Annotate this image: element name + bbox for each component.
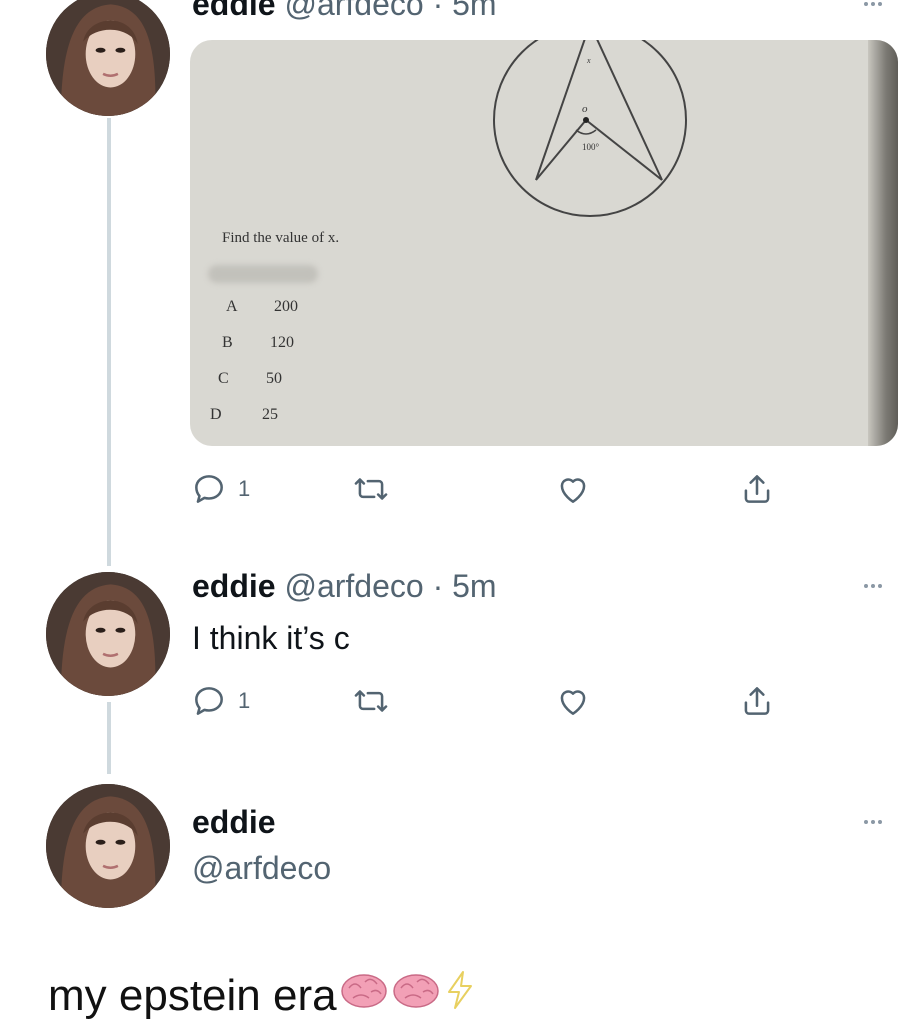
vertex-label: x [586, 56, 591, 65]
lightning-icon [443, 970, 477, 1021]
option-letter: C [218, 370, 229, 387]
caption-text: my epstein era [48, 970, 337, 1020]
option-value: 50 [266, 370, 282, 387]
share-icon [744, 475, 770, 503]
handle[interactable]: @arfdeco [284, 0, 423, 22]
thread-connector [107, 702, 111, 774]
option-letter: A [226, 298, 238, 315]
heart-icon [560, 690, 586, 715]
photo-page-edge [868, 40, 898, 446]
like-button[interactable] [554, 470, 592, 508]
reply-count: 1 [238, 688, 251, 713]
brain-icon [391, 970, 441, 1021]
timestamp[interactable]: 5m [452, 0, 496, 22]
handle[interactable]: @arfdeco [192, 850, 331, 887]
tweet-text: I think it’s c [192, 620, 350, 656]
display-name[interactable]: eddie [192, 804, 276, 841]
like-button[interactable] [554, 682, 592, 720]
avatar-portrait-icon [46, 572, 170, 696]
avatar[interactable] [46, 784, 170, 908]
more-options-icon[interactable] [853, 576, 893, 596]
avatar[interactable] [46, 0, 170, 116]
handle[interactable]: @arfdeco [284, 568, 423, 604]
share-button[interactable] [738, 682, 776, 720]
display-name[interactable]: eddie [192, 568, 276, 604]
retweet-icon [354, 478, 388, 500]
reply-button[interactable]: 1 [190, 470, 250, 508]
share-icon [744, 687, 770, 715]
reply-count: 1 [238, 476, 251, 501]
angle-label: 100° [582, 142, 600, 152]
tweet-header: eddie @arfdeco · 5m [192, 568, 497, 605]
tweet-actions: 1 [190, 682, 790, 722]
separator: · [432, 0, 444, 22]
separator: · [432, 568, 444, 604]
center-label: o [582, 103, 588, 115]
avatar-portrait-icon [46, 784, 170, 908]
retweet-icon [354, 690, 388, 712]
share-button[interactable] [738, 470, 776, 508]
display-name[interactable]: eddie [192, 0, 276, 22]
tweet-actions: 1 [190, 470, 790, 510]
tweet-header: eddie @arfdeco · 5m [192, 0, 497, 23]
heart-icon [560, 478, 586, 503]
brain-icon [339, 970, 389, 1021]
avatar-portrait-icon [46, 0, 170, 116]
option-value: 200 [274, 298, 298, 315]
more-options-icon[interactable] [853, 0, 893, 14]
reply-icon [195, 475, 223, 503]
option-letter: B [222, 334, 233, 351]
retweet-button[interactable] [352, 682, 390, 720]
option-letter: D [210, 406, 222, 423]
retweet-button[interactable] [352, 470, 390, 508]
reply-button[interactable]: 1 [190, 682, 250, 720]
display-name-text: eddie [192, 804, 276, 840]
tweet-photo[interactable]: o x 100° Find the value of x. A 200 B 12… [190, 40, 898, 446]
redacted-blur [208, 265, 318, 283]
thread-connector [107, 118, 111, 566]
question-text: Find the value of x. [222, 230, 340, 246]
timestamp[interactable]: 5m [452, 568, 496, 604]
avatar[interactable] [46, 572, 170, 696]
meme-caption: my epstein era [48, 970, 477, 1021]
option-value: 25 [262, 406, 278, 423]
option-value: 120 [270, 334, 294, 351]
more-options-icon[interactable] [853, 812, 893, 832]
reply-icon [195, 687, 223, 715]
